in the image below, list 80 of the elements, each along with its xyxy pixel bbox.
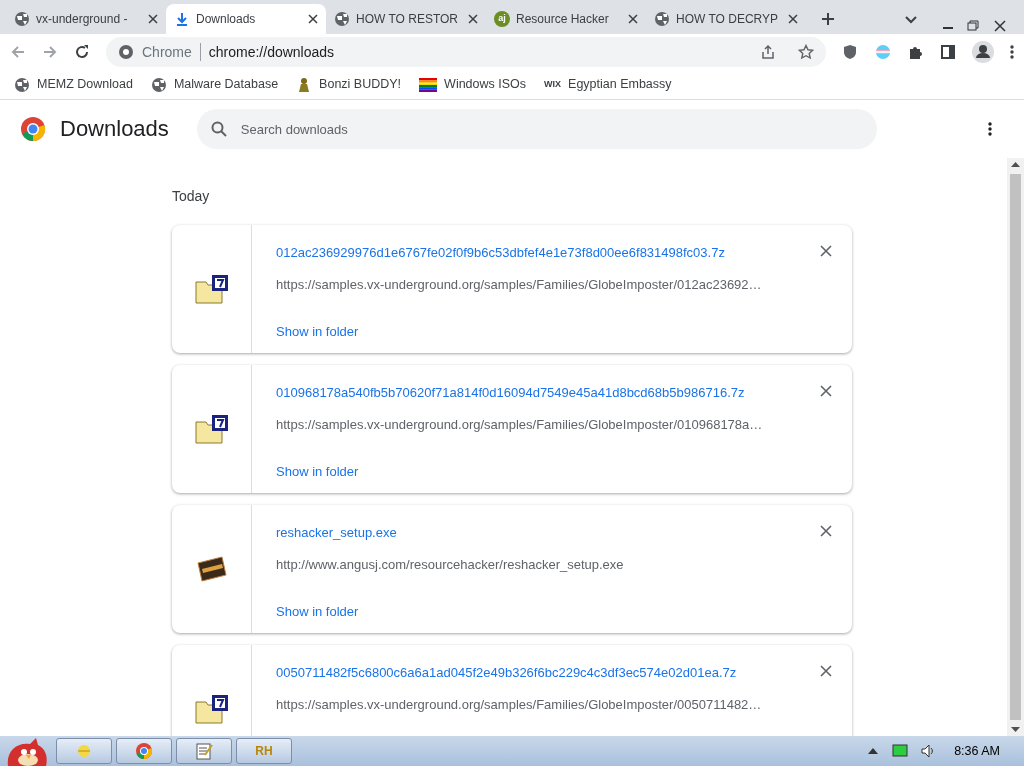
source-url: https://samples.vx-underground.org/samples/Families/GlobeImposter/012ac23692… (276, 275, 763, 294)
site-name-label: Chrome (142, 42, 192, 62)
chrome-icon (135, 742, 153, 760)
scrollbar-drawing[interactable] (1007, 158, 1024, 736)
new-tab-icon[interactable] (820, 11, 836, 27)
bookmark-link[interactable]: MEMZ Download (37, 75, 133, 94)
profile-icon[interactable] (972, 41, 994, 63)
browser-tab[interactable]: Downloads (166, 4, 326, 34)
tray-expand-icon[interactable] (868, 747, 879, 755)
taskbar-button[interactable] (176, 738, 232, 764)
menu-icon[interactable] (988, 121, 992, 137)
tab-title: HOW TO DECRYP (676, 11, 780, 28)
url-text: chrome://downloads (208, 42, 336, 62)
rainbow-flag-icon (419, 77, 438, 92)
bookmark-link[interactable]: Egyptian Embassy (568, 75, 672, 94)
source-url: http://www.angusj.com/resourcehacker/reshacker_setup.exe (276, 555, 625, 574)
installer-icon (195, 555, 228, 583)
browser-tab[interactable]: vx-underground - (6, 4, 166, 34)
file-name-link[interactable]: reshacker_setup.exe (276, 523, 397, 543)
archive-file-icon (194, 274, 229, 304)
close-icon (820, 385, 832, 397)
side-panel-icon[interactable] (940, 44, 956, 60)
close-icon (820, 245, 832, 257)
globe-icon (334, 11, 350, 27)
chrome-logo-icon (118, 44, 134, 60)
close-icon (820, 525, 832, 537)
reload-icon[interactable] (74, 44, 90, 60)
tab-title: vx-underground - (36, 11, 129, 28)
section-heading: Today (172, 187, 211, 206)
globe-icon (654, 11, 670, 27)
star-icon[interactable] (798, 44, 814, 60)
source-url: https://samples.vx-underground.org/samples/Families/GlobeImposter/010968178a… (276, 415, 764, 434)
archive-file-icon (194, 414, 229, 444)
remove-button[interactable] (820, 385, 832, 397)
file-name-link[interactable]: 010968178a540fb5b70620f71a814f0d16094d7549e45a41d8bcd68b5b986716.7z (276, 383, 745, 403)
menu-icon[interactable] (1010, 44, 1014, 60)
puzzle-icon[interactable] (908, 44, 924, 60)
clock-time[interactable]: 8:36 AM (954, 741, 1000, 761)
show-in-folder-link[interactable]: Show in folder (276, 602, 359, 622)
show-in-folder-link[interactable]: Show in folder (276, 322, 359, 342)
show-in-folder-link[interactable]: Show in folder (276, 462, 359, 482)
page-title: Downloads (60, 115, 169, 143)
browser-tab[interactable]: HOW TO DECRYP (646, 4, 806, 34)
close-icon (820, 665, 832, 677)
source-url: https://samples.vx-underground.org/samples/Families/GlobeImposter/0050711482… (276, 695, 763, 714)
close-icon[interactable] (468, 14, 478, 24)
browser-tab[interactable]: HOW TO RESTOR (326, 4, 486, 34)
share-icon[interactable] (760, 44, 776, 60)
notepad-icon (195, 742, 213, 760)
globe-icon (14, 11, 30, 27)
logo-icon: WIX (544, 77, 562, 92)
search-icon (210, 121, 227, 137)
address-bar[interactable]: Chrome chrome://downloads (106, 37, 826, 67)
tab-title: HOW TO RESTOR (356, 11, 459, 28)
taskbar-button[interactable] (56, 738, 112, 764)
download-icon (174, 11, 190, 27)
shield-icon[interactable] (842, 44, 858, 60)
tab-title: Resource Hacker (516, 11, 610, 28)
logo-icon: aj (494, 11, 510, 27)
close-icon[interactable] (788, 14, 798, 24)
network-icon[interactable] (892, 744, 909, 758)
remove-button[interactable] (820, 245, 832, 257)
taskbar-button[interactable] (116, 738, 172, 764)
chrome-logo-icon (20, 116, 46, 142)
globe-icon (14, 76, 30, 93)
close-icon[interactable] (148, 14, 158, 24)
close-icon[interactable] (308, 14, 318, 24)
remove-button[interactable] (820, 525, 832, 537)
search-field[interactable]: Search downloads (196, 109, 877, 149)
globe-icon (150, 76, 167, 93)
bookmark-link[interactable]: Malware Database (173, 75, 279, 94)
remove-button[interactable] (820, 665, 832, 677)
browser-tab[interactable]: aj Resource Hacker (486, 4, 646, 34)
bookmark-link[interactable]: Bonzi BUDDY! (319, 75, 402, 94)
bookmark-link[interactable]: Windows ISOs (444, 75, 527, 94)
tab-title: Downloads (196, 11, 257, 28)
close-icon[interactable] (628, 14, 638, 24)
file-name-link[interactable]: 0050711482f5c6800c6a6a1ad045f2e49b326f6bc229c4c3df3ec574e02d01ea.7z (276, 663, 737, 683)
file-name-link[interactable]: 012ac236929976d1e6767fe02f0f9b6c53dbfef4e1e73f8d00ee6f831498fc03.7z (276, 243, 725, 263)
archive-file-icon (194, 694, 229, 724)
